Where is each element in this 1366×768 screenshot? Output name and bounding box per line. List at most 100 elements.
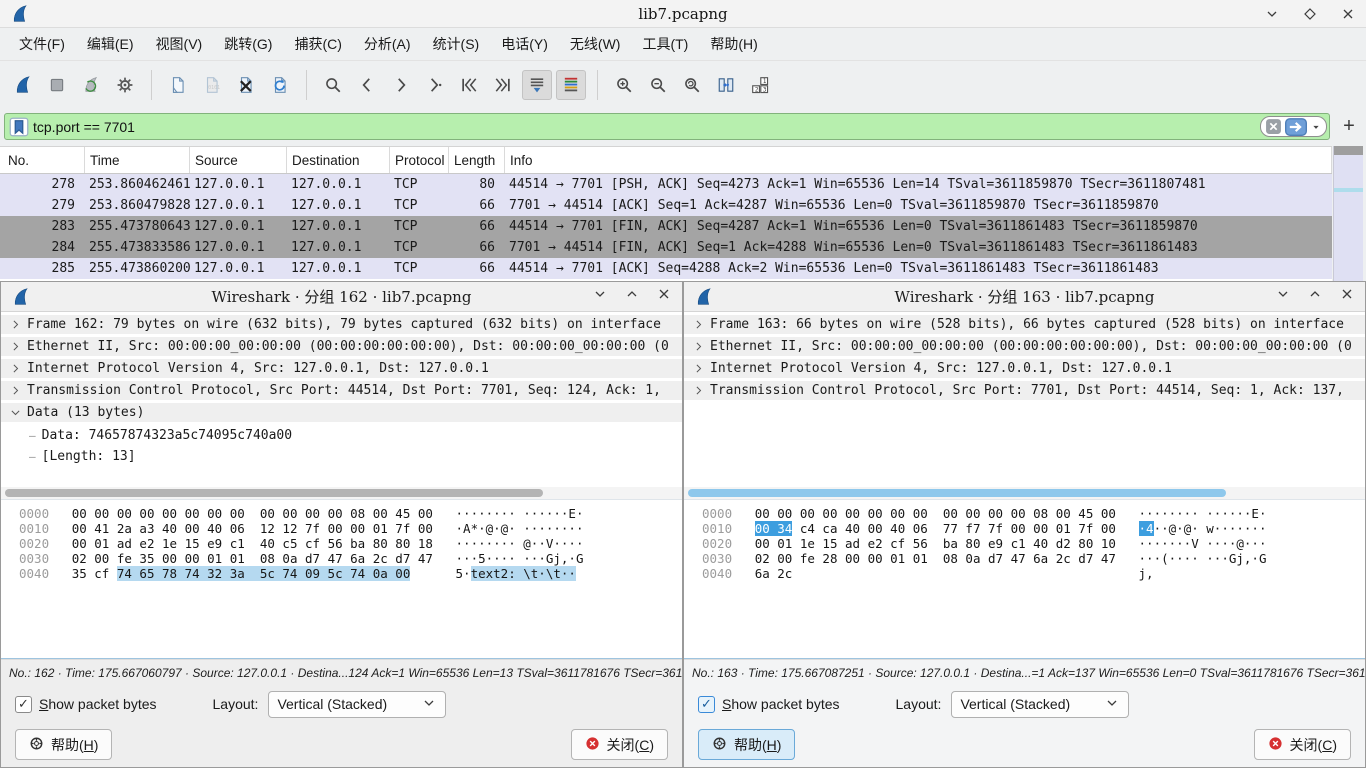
ascii-bytes[interactable]: ········ xyxy=(1139,506,1199,521)
menu-t[interactable]: 工具(T) xyxy=(631,29,699,59)
first-packet-icon[interactable] xyxy=(454,70,484,100)
hex-bytes[interactable]: 00 41 2a a3 40 00 40 06 xyxy=(72,521,245,536)
close-icon[interactable] xyxy=(1339,286,1355,307)
packet-row-279[interactable]: 279253.860479828127.0.0.1127.0.0.1TCP667… xyxy=(0,195,1332,216)
hex-bytes[interactable] xyxy=(928,521,943,536)
tree-row[interactable]: Frame 162: 79 bytes on wire (632 bits), … xyxy=(1,315,682,337)
hex-bytes[interactable]: 02 00 fe 35 00 00 01 01 xyxy=(72,551,245,566)
hex-row-0040[interactable]: 0040 35 cf 74 65 78 74 32 3a 5c 74 09 5c… xyxy=(1,566,682,581)
menu-a[interactable]: 分析(A) xyxy=(353,29,422,59)
help-button[interactable]: 帮助(H) xyxy=(698,729,795,760)
tree-row[interactable]: Frame 163: 66 bytes on wire (528 bits), … xyxy=(684,315,1365,337)
numbered-columns-icon[interactable]: 123 xyxy=(745,70,775,100)
dialog-titlebar[interactable]: Wireshark · 分组 163 · lib7.pcapng xyxy=(684,282,1365,312)
colorize-icon[interactable] xyxy=(556,70,586,100)
column-header-protocol[interactable]: Protocol xyxy=(390,147,449,173)
restart-capture-icon[interactable] xyxy=(76,70,106,100)
ascii-bytes[interactable]: ····@··· xyxy=(1206,536,1266,551)
expand-icon[interactable] xyxy=(7,361,23,377)
menu-f[interactable]: 文件(F) xyxy=(8,29,76,59)
ascii-bytes[interactable]: ···5···· xyxy=(456,551,516,566)
tree-row[interactable]: Transmission Control Protocol, Src Port:… xyxy=(684,381,1365,403)
filter-bookmark-icon[interactable] xyxy=(8,116,30,138)
ascii-bytes[interactable]: ········ xyxy=(523,521,583,536)
hex-bytes[interactable] xyxy=(792,521,800,536)
close-file-icon[interactable] xyxy=(231,70,261,100)
show-packet-bytes-checkbox[interactable]: ✓ xyxy=(698,696,715,713)
hex-bytes[interactable]: 00 34 xyxy=(755,521,793,536)
expand-icon[interactable] xyxy=(690,339,706,355)
go-to-packet-icon[interactable] xyxy=(420,70,450,100)
packet-row-283[interactable]: 283255.473780643127.0.0.1127.0.0.1TCP664… xyxy=(0,216,1332,237)
hex-bytes[interactable]: 77 f7 7f 00 00 01 7f 00 xyxy=(943,521,1116,536)
zoom-out-icon[interactable] xyxy=(643,70,673,100)
menu-c[interactable]: 捕获(C) xyxy=(283,29,352,59)
ascii-bytes[interactable]: text2: \t·\t·· xyxy=(471,566,576,581)
minimize-icon[interactable] xyxy=(592,286,608,307)
column-header-length[interactable]: Length xyxy=(449,147,505,173)
tree-row[interactable]: Data: 74657874323a5c74095c740a00 xyxy=(1,425,682,446)
packet-list-scrollbar[interactable] xyxy=(1333,146,1363,281)
layout-select[interactable]: Vertical (Stacked) xyxy=(268,691,446,718)
add-filter-button[interactable]: + xyxy=(1336,114,1362,140)
stop-capture-icon[interactable] xyxy=(42,70,72,100)
hex-bytes[interactable] xyxy=(245,506,260,521)
ascii-bytes[interactable]: ······E· xyxy=(1206,506,1266,521)
ascii-bytes[interactable]: ··@·@· xyxy=(1154,521,1199,536)
menu-v[interactable]: 视图(V) xyxy=(145,29,214,59)
next-packet-icon[interactable] xyxy=(386,70,416,100)
filter-apply-icon[interactable] xyxy=(1285,116,1307,138)
open-file-icon[interactable] xyxy=(163,70,193,100)
hex-row-0030[interactable]: 0030 02 00 fe 35 00 00 01 01 08 0a d7 47… xyxy=(1,551,682,566)
column-header-no[interactable]: No. xyxy=(0,147,85,173)
hex-row-0010[interactable]: 0010 00 34 c4 ca 40 00 40 06 77 f7 7f 00… xyxy=(684,521,1365,536)
hex-bytes[interactable] xyxy=(928,536,943,551)
minimize-icon[interactable] xyxy=(1264,6,1280,22)
tree-horizontal-scrollbar[interactable] xyxy=(1,487,682,499)
ascii-bytes[interactable]: w······· xyxy=(1206,521,1266,536)
tree-row[interactable]: Internet Protocol Version 4, Src: 127.0.… xyxy=(684,359,1365,381)
hex-bytes[interactable]: 00 01 ad e2 1e 15 e9 c1 xyxy=(72,536,245,551)
last-packet-icon[interactable] xyxy=(488,70,518,100)
hex-row-0010[interactable]: 0010 00 41 2a a3 40 00 40 06 12 12 7f 00… xyxy=(1,521,682,536)
close-icon[interactable] xyxy=(656,286,672,307)
hex-row-0000[interactable]: 0000 00 00 00 00 00 00 00 00 00 00 00 00… xyxy=(684,506,1365,521)
hex-bytes[interactable]: 74 65 78 74 32 3a 5c 74 09 5c 74 0a 00 xyxy=(117,566,411,581)
ascii-bytes[interactable]: ·A*·@·@· xyxy=(456,521,516,536)
zoom-original-icon[interactable] xyxy=(677,70,707,100)
expand-icon[interactable] xyxy=(690,361,706,377)
close-button[interactable]: 关闭(C) xyxy=(571,729,668,760)
hex-bytes[interactable]: 35 cf xyxy=(72,566,117,581)
maximize-icon[interactable] xyxy=(1307,286,1323,307)
save-file-icon[interactable]: 0101 xyxy=(197,70,227,100)
expand-icon[interactable] xyxy=(690,317,706,333)
help-button[interactable]: 帮助(H) xyxy=(15,729,112,760)
filter-dropdown-caret-icon[interactable] xyxy=(1310,121,1322,133)
menu-e[interactable]: 编辑(E) xyxy=(76,29,145,59)
tree-row[interactable]: [Length: 13] xyxy=(1,446,682,467)
hex-bytes[interactable]: 40 c5 cf 56 ba 80 80 18 xyxy=(260,536,433,551)
ascii-bytes[interactable]: 5· xyxy=(456,566,471,581)
dialog-titlebar[interactable]: Wireshark · 分组 162 · lib7.pcapng xyxy=(1,282,682,312)
menu-s[interactable]: 统计(S) xyxy=(422,29,491,59)
tree-row[interactable]: Internet Protocol Version 4, Src: 127.0.… xyxy=(1,359,682,381)
close-icon[interactable] xyxy=(1340,6,1356,22)
scrollbar-thumb[interactable] xyxy=(1334,146,1363,155)
main-titlebar[interactable]: lib7.pcapng xyxy=(0,0,1366,28)
maximize-icon[interactable] xyxy=(624,286,640,307)
hex-row-0020[interactable]: 0020 00 01 1e 15 ad e2 cf 56 ba 80 e9 c1… xyxy=(684,536,1365,551)
start-capture-icon[interactable] xyxy=(8,70,38,100)
hex-bytes[interactable]: c4 ca 40 00 40 06 xyxy=(800,521,928,536)
resize-columns-icon[interactable] xyxy=(711,70,741,100)
hex-bytes[interactable]: 00 00 00 00 08 00 45 00 xyxy=(260,506,433,521)
ascii-bytes[interactable]: ···Gj,·G xyxy=(1206,551,1266,566)
close-button[interactable]: 关闭(C) xyxy=(1254,729,1351,760)
expand-icon[interactable] xyxy=(690,383,706,399)
hex-row-0040[interactable]: 0040 6a 2c j, xyxy=(684,566,1365,581)
column-header-time[interactable]: Time xyxy=(85,147,190,173)
scrollbar-thumb[interactable] xyxy=(5,489,543,497)
minimize-icon[interactable] xyxy=(1275,286,1291,307)
collapse-icon[interactable] xyxy=(7,405,23,421)
maximize-icon[interactable] xyxy=(1302,6,1318,22)
filter-input[interactable]: tcp.port == 7701 xyxy=(4,113,1330,140)
